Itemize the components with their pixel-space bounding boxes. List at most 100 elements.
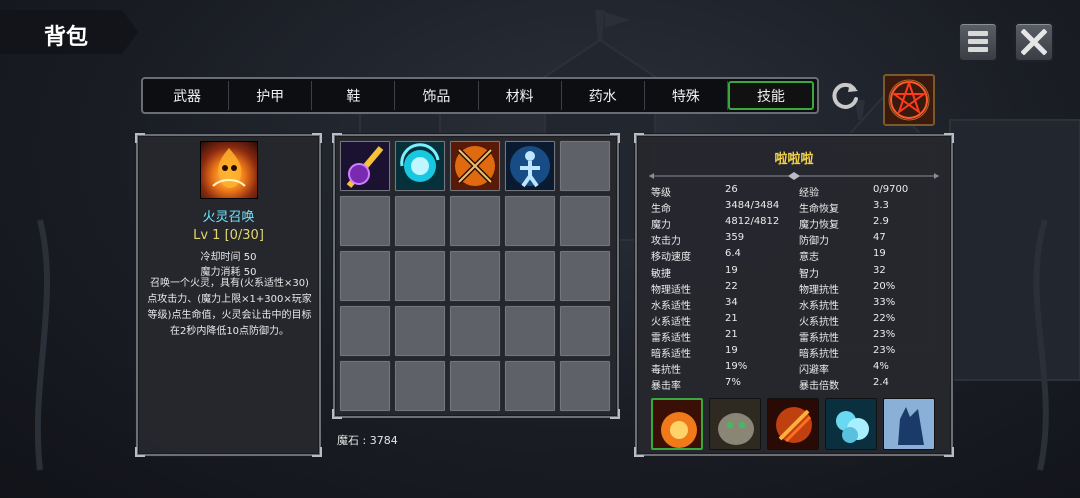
ornament-divider	[649, 172, 939, 180]
stat-value: 7%	[725, 377, 741, 389]
inventory-slot[interactable]	[559, 250, 611, 302]
menu-icon	[968, 31, 988, 36]
stat-value: 19	[873, 248, 886, 260]
inventory-slot[interactable]	[504, 250, 556, 302]
page-title-banner: 背包	[0, 10, 138, 54]
summon-slot[interactable]	[651, 398, 703, 450]
inventory-slot[interactable]	[394, 195, 446, 247]
stat-label: 暗系抗性	[799, 349, 839, 360]
tab-weapons[interactable]: 武器	[146, 81, 230, 110]
stat-value: 19%	[725, 361, 748, 373]
stat-label: 雷系适性	[651, 332, 691, 344]
inventory-slot[interactable]	[559, 305, 611, 357]
inventory-slot[interactable]	[394, 140, 446, 192]
stat-label: 毒抗性	[651, 365, 681, 377]
stat-label: 生命恢复	[799, 204, 839, 216]
stat-value: 359	[725, 232, 745, 244]
inventory-slot[interactable]	[504, 195, 556, 247]
menu-button[interactable]	[958, 22, 998, 62]
skill-level: Lv 1 [0/30]	[193, 228, 264, 243]
fire-spirit-icon	[200, 141, 258, 199]
summon-slot[interactable]	[767, 398, 819, 450]
stone-golem-icon	[710, 399, 760, 449]
stat-value: 23%	[873, 328, 896, 340]
stat-value: 22	[725, 280, 738, 292]
stat-label: 等级	[651, 188, 671, 199]
tab-potions[interactable]: 药水	[562, 81, 645, 110]
inventory-slot[interactable]	[339, 140, 391, 192]
inventory-slot[interactable]	[449, 140, 501, 192]
menu-icon-bar	[968, 47, 988, 52]
skill-name: 火灵召唤	[202, 210, 255, 225]
inventory-slot[interactable]	[339, 195, 391, 247]
inventory-slot[interactable]	[394, 250, 446, 302]
menu-icon-bar	[968, 39, 988, 44]
inventory-slot[interactable]	[559, 360, 611, 412]
summon-slot[interactable]	[825, 398, 877, 450]
character-name: 啦啦啦	[774, 152, 814, 167]
inventory-slot[interactable]	[449, 360, 501, 412]
stat-label: 生命	[651, 204, 671, 216]
tab-shoes[interactable]: 鞋	[312, 81, 396, 110]
inventory-slot[interactable]	[394, 305, 446, 357]
tab-armor[interactable]: 护甲	[229, 81, 313, 110]
refresh-icon[interactable]	[828, 79, 862, 113]
stat-value: 3.3	[873, 200, 889, 212]
stat-value: 21	[725, 328, 738, 340]
cyan-vortex-icon	[396, 142, 444, 190]
stat-value: 33%	[873, 296, 896, 308]
inventory-slot[interactable]	[559, 195, 611, 247]
inventory-slot[interactable]	[339, 250, 391, 302]
stat-label: 闪避率	[799, 365, 829, 377]
stat-label: 敏捷	[651, 268, 671, 280]
stat-value: 6.4	[725, 248, 741, 260]
stat-label: 火系抗性	[799, 316, 839, 328]
dark-orb-icon	[341, 142, 389, 190]
close-button[interactable]	[1014, 22, 1054, 62]
stat-value: 32	[873, 264, 886, 276]
inventory-slot[interactable]	[449, 250, 501, 302]
stat-value: 26	[725, 184, 738, 195]
inventory-slot[interactable]	[504, 305, 556, 357]
stat-value: 0/9700	[873, 184, 909, 195]
inventory-slot[interactable]	[449, 305, 501, 357]
tab-special[interactable]: 特殊	[645, 81, 728, 110]
inventory-slot[interactable]	[449, 195, 501, 247]
stat-value: 19	[725, 264, 738, 276]
stat-label: 防御力	[799, 236, 829, 248]
inventory-slot[interactable]	[504, 360, 556, 412]
skill-detail-panel: 火灵召唤 Lv 1 [0/30] 冷却时间 50 魔力消耗 50 召唤一个火灵，…	[135, 133, 322, 457]
summon-slot[interactable]	[883, 398, 935, 450]
stat-label: 智力	[799, 268, 819, 280]
stat-value: 47	[873, 232, 886, 244]
stat-value: 20%	[873, 280, 896, 292]
tab-skills[interactable]: 技能	[727, 81, 814, 110]
shadow-wolf-icon	[884, 399, 934, 449]
category-tabs: 武器 护甲 鞋 饰品 材料 药水 特殊 技能	[141, 77, 819, 114]
inventory-slot[interactable]	[339, 360, 391, 412]
flame-claw-icon	[768, 399, 818, 449]
inventory-slot[interactable]	[559, 140, 611, 192]
stat-value: 34	[725, 296, 738, 308]
crossed-swords-icon	[451, 142, 499, 190]
inventory-slot[interactable]	[394, 360, 446, 412]
stat-label: 暴击倍数	[799, 381, 839, 393]
inventory-slot[interactable]	[504, 140, 556, 192]
stat-label: 暗系适性	[651, 349, 691, 360]
mana-stone-count: 魔石 : 3784	[337, 434, 398, 447]
stat-value: 23%	[873, 345, 896, 356]
stat-label: 魔力恢复	[799, 220, 839, 232]
summon-slot[interactable]	[709, 398, 761, 450]
tab-materials[interactable]: 材料	[479, 81, 562, 110]
tab-accessories[interactable]: 饰品	[395, 81, 479, 110]
inventory-grid	[332, 133, 620, 419]
stat-value: 4812/4812	[725, 216, 780, 228]
page-title: 背包	[44, 25, 89, 50]
fire-spirit-icon	[653, 400, 701, 448]
stat-label: 火系适性	[651, 316, 691, 328]
inventory-slot[interactable]	[339, 305, 391, 357]
stat-value: 4%	[873, 361, 889, 373]
stat-value: 21	[725, 312, 738, 324]
stat-value: 19	[725, 345, 738, 356]
pentagram-button[interactable]	[883, 74, 935, 126]
